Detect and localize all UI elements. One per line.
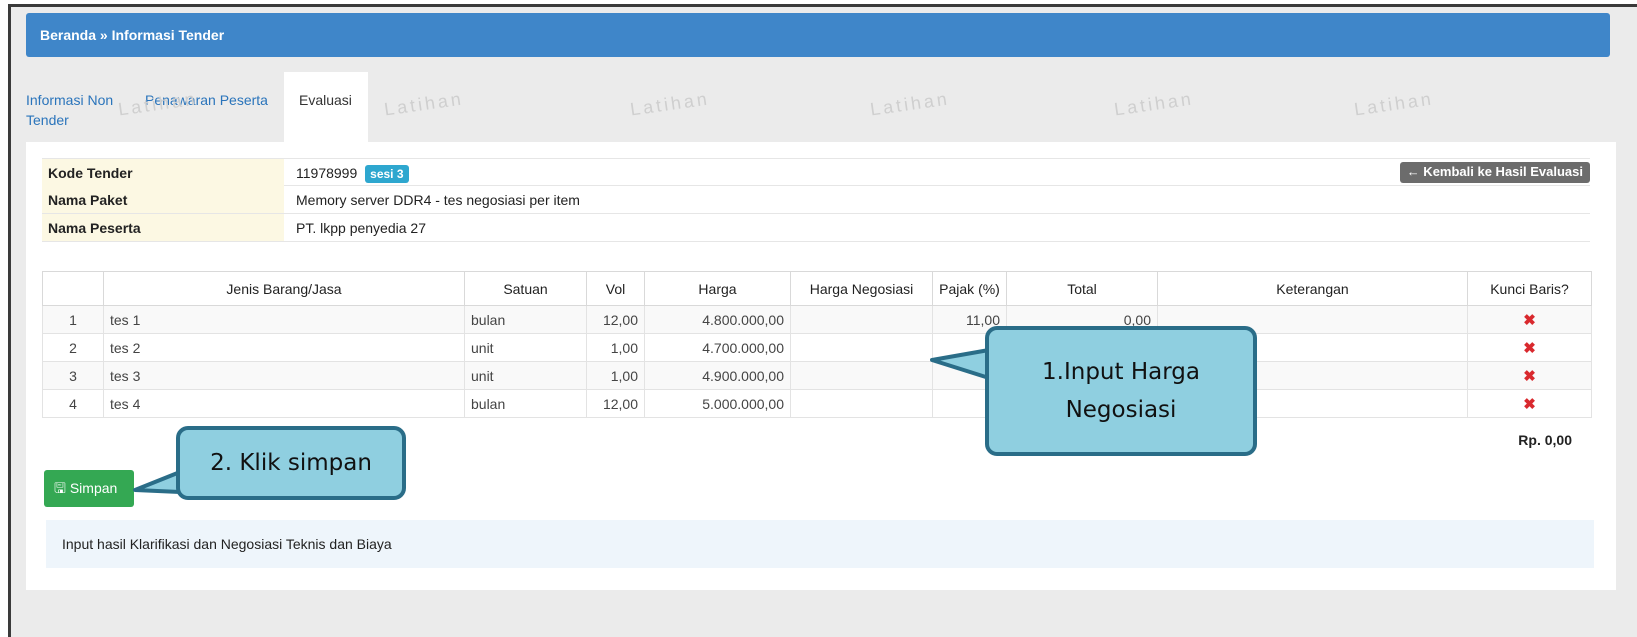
table-row: 3 tes 3 unit 1,00 4.900.000,00 ✖ [42, 361, 1592, 390]
callout-input-harga-line1: 1.Input Harga [1042, 359, 1200, 385]
row-jenis: tes 1 [103, 305, 465, 334]
row-jenis: tes 3 [103, 361, 465, 390]
save-button-label: Simpan [69, 480, 118, 496]
lock-row-cell: ✖ [1467, 361, 1592, 390]
row-vol: 12,00 [586, 305, 645, 334]
lock-row-cell: ✖ [1467, 389, 1592, 418]
tab-bar: Informasi Non Tender Penawaran Peserta E… [26, 72, 1616, 142]
harga-negosiasi-input[interactable] [790, 389, 933, 418]
item-table: Jenis Barang/Jasa Satuan Vol Harga Harga… [42, 271, 1592, 418]
lock-row-cell: ✖ [1467, 333, 1592, 362]
watermark: Latihan [628, 88, 711, 120]
sesi-badge: sesi 3 [365, 165, 409, 183]
callout-input-harga-line2: Negosiasi [1065, 397, 1177, 423]
row-number: 3 [42, 361, 104, 390]
row-harga: 4.900.000,00 [644, 361, 791, 390]
breadcrumb: Beranda » Informasi Tender [26, 13, 1610, 57]
header-jenis: Jenis Barang/Jasa [103, 271, 465, 306]
tab-informasi-non-tender[interactable]: Informasi Non Tender [26, 90, 116, 130]
row-number: 4 [42, 389, 104, 418]
header-no [42, 271, 104, 306]
x-icon[interactable]: ✖ [1523, 340, 1536, 357]
row-vol: 12,00 [586, 389, 645, 418]
row-harga: 4.700.000,00 [644, 333, 791, 362]
watermark: Latihan [1352, 88, 1435, 120]
watermark: Latihan [382, 88, 465, 120]
floppy-disk-icon: 🖫 [54, 480, 66, 496]
nama-peserta-value: PT. lkpp penyedia 27 [296, 220, 426, 236]
harga-negosiasi-input[interactable] [790, 333, 933, 362]
watermark: Latihan [1112, 88, 1195, 120]
table-row: 2 tes 2 unit 1,00 4.700.000,00 1 ✖ [42, 333, 1592, 362]
callout-input-harga: 1.Input Harga Negosiasi [985, 326, 1257, 456]
header-satuan: Satuan [464, 271, 587, 306]
evaluation-panel: Kode Tender 11978999 sesi 3 ← Kembali ke… [26, 142, 1616, 590]
row-number: 1 [42, 305, 104, 334]
kode-tender-value: 11978999 sesi 3 [292, 159, 413, 186]
row-satuan: unit [464, 333, 587, 362]
kode-tender-label: Kode Tender [42, 159, 284, 186]
row-satuan: unit [464, 361, 587, 390]
back-to-evaluation-button[interactable]: ← Kembali ke Hasil Evaluasi [1399, 162, 1590, 183]
row-harga: 5.000.000,00 [644, 389, 791, 418]
nama-peserta-label: Nama Peserta [42, 214, 284, 241]
kode-tender-number: 11978999 [296, 165, 358, 181]
tab-evaluasi[interactable]: Evaluasi [284, 72, 368, 142]
watermark: Latihan [868, 88, 951, 120]
x-icon[interactable]: ✖ [1523, 312, 1536, 329]
header-total: Total [1006, 271, 1158, 306]
header-keterangan: Keterangan [1157, 271, 1468, 306]
row-number: 2 [42, 333, 104, 362]
harga-negosiasi-input[interactable] [790, 361, 933, 390]
row-harga: 4.800.000,00 [644, 305, 791, 334]
row-vol: 1,00 [586, 333, 645, 362]
table-header-row: Jenis Barang/Jasa Satuan Vol Harga Harga… [42, 271, 1592, 306]
table-row: 1 tes 1 bulan 12,00 4.800.000,00 11,00 0… [42, 305, 1592, 334]
header-kunci-baris: Kunci Baris? [1467, 271, 1592, 306]
x-icon[interactable]: ✖ [1523, 396, 1536, 413]
info-row-peserta: Nama Peserta PT. lkpp penyedia 27 [42, 214, 1590, 242]
header-harga: Harga [644, 271, 791, 306]
nama-paket-value: Memory server DDR4 - tes negosiasi per i… [296, 192, 580, 208]
x-icon[interactable]: ✖ [1523, 368, 1536, 385]
watermark: Latihan [116, 88, 199, 120]
header-pajak: Pajak (%) [932, 271, 1007, 306]
table-row: 4 tes 4 bulan 12,00 5.000.000,00 11 ✖ [42, 389, 1592, 418]
tender-info: Kode Tender 11978999 sesi 3 ← Kembali ke… [42, 158, 1590, 242]
info-row-paket: Nama Paket Memory server DDR4 - tes nego… [42, 186, 1590, 214]
breadcrumb-separator: » [99, 27, 108, 43]
harga-negosiasi-input[interactable] [790, 305, 933, 334]
row-jenis: tes 4 [103, 389, 465, 418]
row-jenis: tes 2 [103, 333, 465, 362]
nama-paket-label: Nama Paket [42, 186, 284, 213]
save-button[interactable]: 🖫 Simpan [44, 470, 134, 507]
info-row-kode: Kode Tender 11978999 sesi 3 ← Kembali ke… [42, 158, 1590, 186]
breadcrumb-current: Informasi Tender [111, 27, 225, 43]
callout-klik-simpan: 2. Klik simpan [176, 426, 406, 500]
row-satuan: bulan [464, 389, 587, 418]
info-note: Input hasil Klarifikasi dan Negosiasi Te… [46, 520, 1594, 568]
grand-total: Rp. 0,00 [1518, 432, 1572, 448]
breadcrumb-home[interactable]: Beranda [40, 27, 96, 43]
lock-row-cell: ✖ [1467, 305, 1592, 334]
header-vol: Vol [586, 271, 645, 306]
row-satuan: bulan [464, 305, 587, 334]
row-vol: 1,00 [586, 361, 645, 390]
header-harga-negosiasi: Harga Negosiasi [790, 271, 933, 306]
